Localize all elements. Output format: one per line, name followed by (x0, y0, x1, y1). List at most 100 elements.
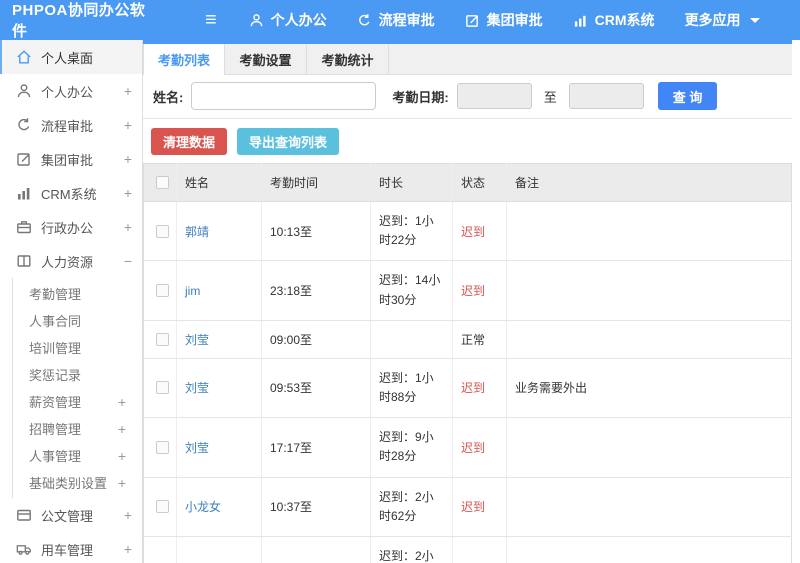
sidebar-item-personal-office[interactable]: 个人办公 + (0, 74, 142, 108)
expand-plus-icon[interactable]: + (124, 541, 132, 557)
sidebar-subitem-attendance-mgmt[interactable]: 考勤管理 (13, 280, 142, 307)
tab-attendance-settings[interactable]: 考勤设置 (225, 44, 307, 74)
duration: 迟到：2小时90分 早退：7小时10分 (370, 536, 453, 563)
sidebar-item-label: 行政办公 (41, 220, 94, 236)
employee-name-link[interactable]: jim (185, 284, 200, 298)
sidebar-item-label: 个人桌面 (41, 50, 94, 66)
table-row: jim 23:18至 迟到：14小时30分 迟到 (143, 260, 792, 321)
name-input[interactable] (191, 82, 377, 110)
note (506, 320, 792, 359)
nav-label: CRM系统 (594, 12, 655, 28)
duration: 迟到：1小时22分 (370, 201, 453, 262)
sidebar-item-document-mgmt[interactable]: 公文管理 + (0, 498, 142, 532)
duration (370, 320, 453, 359)
table-row: 小龙女 10:37至 迟到：2小时62分 迟到 (143, 477, 792, 537)
date-to-input[interactable] (568, 83, 644, 109)
note (506, 201, 792, 262)
user-icon (249, 13, 264, 28)
book-icon (16, 253, 32, 269)
sidebar-subitem-recruit-mgmt[interactable]: 招聘管理 + (13, 415, 142, 442)
sidebar-subitem-training-mgmt[interactable]: 培训管理 (13, 334, 142, 361)
sidebar-item-human-resources[interactable]: 人力资源 − (0, 244, 142, 278)
nav-group-approval[interactable]: 集团审批 (465, 10, 543, 30)
status-badge: 迟到 (452, 358, 507, 419)
employee-name-link[interactable]: 刘莹 (185, 333, 209, 347)
tab-attendance-stats[interactable]: 考勤统计 (307, 44, 389, 74)
nav-crm-system[interactable]: CRM系统 (573, 10, 655, 30)
document-icon (16, 507, 32, 523)
expand-plus-icon[interactable]: + (124, 151, 132, 167)
sidebar-item-group-approval[interactable]: 集团审批 + (0, 142, 142, 176)
sidebar-item-personal-desktop[interactable]: 个人桌面 (0, 40, 142, 74)
tab-bar: 考勤列表 考勤设置 考勤统计 (143, 44, 792, 75)
row-checkbox[interactable] (156, 500, 169, 514)
note: 1111 (506, 536, 792, 563)
table-row: 刘莹 17:17至 迟到：9小时28分 迟到 (143, 417, 792, 478)
employee-name-link[interactable]: 刘莹 (185, 381, 209, 395)
expand-plus-icon[interactable]: + (118, 394, 126, 410)
select-all-checkbox[interactable] (156, 176, 169, 189)
expand-plus-icon[interactable]: + (124, 117, 132, 133)
collapse-minus-icon[interactable]: − (124, 253, 132, 269)
sidebar: 个人桌面 个人办公 + 流程审批 + 集团审批 + CRM系统 + 行政办公 + (0, 40, 143, 563)
export-list-button[interactable]: 导出查询列表 (237, 128, 340, 155)
note (506, 417, 792, 478)
col-header-status: 状态 (452, 163, 507, 202)
sidebar-item-workflow-approval[interactable]: 流程审批 + (0, 108, 142, 142)
filter-form: 姓名: 考勤日期: 至 查 询 (143, 75, 792, 119)
top-navbar: PHPOA协同办公软件 ≡ 个人办公 流程审批 集团审批 CRM系统 更多应用 (0, 0, 800, 40)
expand-plus-icon[interactable]: + (124, 185, 132, 201)
row-checkbox[interactable] (156, 381, 169, 395)
sidebar-item-vehicle-mgmt[interactable]: 用车管理 + (0, 532, 142, 563)
row-checkbox[interactable] (156, 440, 169, 454)
status-badge: 迟到 (452, 417, 507, 478)
col-header-note: 备注 (506, 163, 792, 202)
clean-data-button[interactable]: 清理数据 (151, 128, 228, 155)
status-badge: 迟到/早退 (452, 536, 507, 563)
sidebar-subitem-base-category-settings[interactable]: 基础类别设置 + (13, 469, 142, 496)
sidebar-item-crm-system[interactable]: CRM系统 + (0, 176, 142, 210)
sidebar-subitem-reward-punishment[interactable]: 奖惩记录 (13, 361, 142, 388)
nav-more-apps[interactable]: 更多应用 (685, 10, 760, 30)
employee-name-link[interactable]: 郭靖 (185, 225, 209, 239)
menu-toggle-icon[interactable]: ≡ (205, 10, 217, 30)
nav-workflow-approval[interactable]: 流程审批 (357, 10, 435, 30)
date-from-input[interactable] (456, 83, 532, 109)
attendance-table: 姓名 考勤时间 时长 状态 备注 郭靖 10:13至 迟到：1小时22分 迟到 (143, 163, 792, 563)
workflow-icon (357, 13, 372, 28)
action-buttons: 清理数据 导出查询列表 (143, 119, 792, 163)
attendance-time: 09:00至 (261, 320, 371, 359)
sidebar-subitem-hr-contract[interactable]: 人事合同 (13, 307, 142, 334)
employee-name-link[interactable]: 小龙女 (185, 500, 221, 514)
bar-chart-icon (16, 185, 32, 201)
table-row: 管理员 10:54至10:54 迟到：2小时90分 早退：7小时10分 迟到/早… (143, 536, 792, 563)
sidebar-item-label: 集团审批 (41, 152, 94, 168)
duration: 迟到：1小时88分 (370, 358, 453, 419)
car-icon (16, 541, 32, 557)
expand-plus-icon[interactable]: + (118, 421, 126, 437)
main-content: 考勤列表 考勤设置 考勤统计 姓名: 考勤日期: 至 查 询 清理数据 导出查询… (143, 40, 800, 563)
hr-submenu: 考勤管理 人事合同 培训管理 奖惩记录 薪资管理 + 招聘管理 + 人事管理 + (12, 278, 142, 498)
attendance-time: 10:54至10:54 (261, 536, 371, 563)
attendance-time: 09:53至 (261, 358, 371, 419)
employee-name-link[interactable]: 刘莹 (185, 441, 209, 455)
row-checkbox[interactable] (156, 224, 169, 238)
sidebar-item-admin-office[interactable]: 行政办公 + (0, 210, 142, 244)
expand-plus-icon[interactable]: + (124, 219, 132, 235)
sidebar-item-label: 人力资源 (41, 254, 94, 270)
tab-attendance-list[interactable]: 考勤列表 (143, 44, 225, 75)
sidebar-subitem-personnel-mgmt[interactable]: 人事管理 + (13, 442, 142, 469)
table-row: 刘莹 09:00至 正常 (143, 320, 792, 359)
expand-plus-icon[interactable]: + (118, 475, 126, 491)
expand-plus-icon[interactable]: + (118, 448, 126, 464)
search-button[interactable]: 查 询 (657, 82, 718, 110)
name-label: 姓名: (153, 89, 184, 105)
expand-plus-icon[interactable]: + (124, 507, 132, 523)
row-checkbox[interactable] (156, 332, 169, 346)
sidebar-subitem-salary-mgmt[interactable]: 薪资管理 + (13, 388, 142, 415)
table-row: 刘莹 09:53至 迟到：1小时88分 迟到 业务需要外出 (143, 358, 792, 419)
row-checkbox[interactable] (156, 284, 169, 298)
nav-personal-office[interactable]: 个人办公 (249, 10, 327, 30)
expand-plus-icon[interactable]: + (124, 83, 132, 99)
home-icon (16, 49, 32, 65)
